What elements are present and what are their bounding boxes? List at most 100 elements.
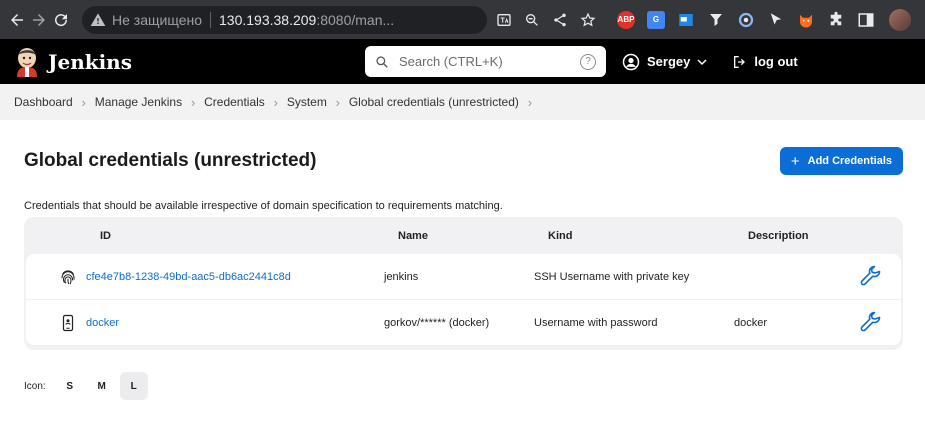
credential-kind: SSH Username with private key [534,270,690,283]
extensions-bar: ABP G [613,7,925,33]
breadcrumb-credentials[interactable]: Credentials [204,95,265,109]
puzzle-icon [830,11,842,25]
breadcrumb-manage-jenkins[interactable]: Manage Jenkins [95,95,182,109]
browser-menu-button[interactable] [915,7,925,33]
credential-description: docker [734,316,768,329]
icon-size-small-button[interactable]: S [56,372,84,400]
star-icon [580,12,596,27]
reload-button[interactable] [52,7,70,33]
main-content: Global credentials (unrestricted) + Add … [0,120,925,400]
chevron-right-icon: › [81,94,86,110]
translate-extension[interactable]: G [643,7,669,33]
cursor-icon [770,12,782,24]
vpn-extension[interactable] [733,7,759,33]
wrench-icon [860,311,881,331]
credential-id-link[interactable]: docker [86,317,384,329]
column-header-description[interactable]: Description [734,230,901,242]
search-icon [376,55,388,68]
credential-kind: Username with password [534,316,658,329]
page-description: Credentials that should be available irr… [24,200,503,212]
cursor-extension[interactable] [763,7,789,33]
edit-credential-button[interactable] [841,265,901,289]
icon-size-label: Icon: [24,380,46,392]
forward-arrow-icon [33,13,45,26]
chevron-right-icon: › [335,94,340,110]
column-header-kind[interactable]: Kind [534,230,734,242]
table-row: docker gorkov/****** (docker) Username w… [26,300,901,345]
jenkins-header: Jenkins Search (CTRL+K) ? Sergey log out [0,39,925,84]
table-row: cfe4e7b8-1238-49bd-aac5-db6ac2441c8d jen… [26,254,901,299]
page-title: Global credentials (unrestricted) [24,150,317,171]
forward-button[interactable] [30,7,48,33]
browser-toolbar: Не защищено 130.193.38.209:8080/man... A… [0,0,925,39]
adblock-icon: ABP [617,10,635,29]
adblock-extension[interactable]: ABP [613,7,639,33]
kebab-menu-icon [919,11,925,29]
address-separator [210,11,211,28]
share-button[interactable] [549,9,571,31]
breadcrumb-dashboard[interactable]: Dashboard [14,95,73,109]
back-button[interactable] [8,7,26,33]
window-icon [679,13,693,26]
page-translate-button[interactable] [493,9,515,31]
logout-label: log out [754,54,798,69]
url-rest: :8080/man... [316,11,395,28]
screenshot-extension[interactable] [673,7,699,33]
breadcrumb: Dashboard › Manage Jenkins › Credentials… [0,84,925,120]
search-help-icon[interactable]: ? [579,53,596,70]
user-menu[interactable]: Sergey [622,53,714,71]
side-panel-icon [858,12,874,27]
fox-icon [800,14,812,27]
browser-profile-avatar[interactable] [889,8,911,31]
breadcrumb-system[interactable]: System [287,95,327,109]
icon-size-selector: Icon: S M L [24,372,903,400]
credential-name: jenkins [384,270,419,283]
chevron-down-icon [697,58,707,65]
translate-page-icon [497,13,511,26]
edit-credential-button[interactable] [841,311,901,335]
breadcrumb-global-credentials[interactable]: Global credentials (unrestricted) [349,95,519,109]
user-icon [622,53,640,70]
extensions-menu-button[interactable] [823,7,849,33]
address-bar[interactable]: Не защищено 130.193.38.209:8080/man... [82,5,487,34]
credential-type-cell [26,268,86,286]
credential-name: gorkov/****** (docker) [384,316,490,329]
share-icon [554,13,566,26]
omnibox-actions [493,9,599,31]
url-host: 130.193.38.209 [219,11,317,28]
jenkins-logo-icon[interactable] [14,47,40,77]
reload-icon [55,13,68,26]
fingerprint-icon [61,269,75,284]
chevron-right-icon: › [190,94,196,110]
credential-id-link[interactable]: cfe4e7b8-1238-49bd-aac5-db6ac2441c8d [86,271,384,283]
insecure-label: Не защищено [112,11,202,28]
chevron-right-icon[interactable]: › [519,95,541,110]
icon-size-medium-button[interactable]: M [88,372,116,400]
back-arrow-icon [11,13,23,26]
add-credentials-button[interactable]: + Add Credentials [779,147,903,175]
add-credentials-label: Add Credentials [807,155,892,167]
credential-type-cell [26,314,86,332]
icon-size-large-button[interactable]: L [119,372,148,400]
chevron-right-icon: › [273,94,278,110]
fox-extension[interactable] [793,7,819,33]
url-text: 130.193.38.209:8080/man... [219,12,394,28]
logout-link[interactable]: log out [732,54,798,70]
search-placeholder: Search (CTRL+K) [398,54,503,69]
wrench-icon [860,265,881,285]
phone-badge-icon [62,314,74,331]
side-panel-button[interactable] [853,7,879,33]
table-header: ID Name Kind Description [26,217,901,254]
logout-icon [734,55,746,68]
column-header-id[interactable]: ID [26,230,384,242]
search-box[interactable]: Search (CTRL+K) ? [364,46,606,77]
zoom-out-icon [526,13,538,26]
jenkins-title[interactable]: Jenkins [48,50,132,74]
credentials-table: ID Name Kind Description cfe4e7b8-1238-4… [24,217,903,350]
ring-icon [738,12,754,27]
plus-icon: + [790,152,800,170]
bookmark-button[interactable] [577,9,599,31]
filter-extension[interactable] [703,7,729,33]
zoom-button[interactable] [521,9,543,31]
column-header-name[interactable]: Name [384,230,534,242]
